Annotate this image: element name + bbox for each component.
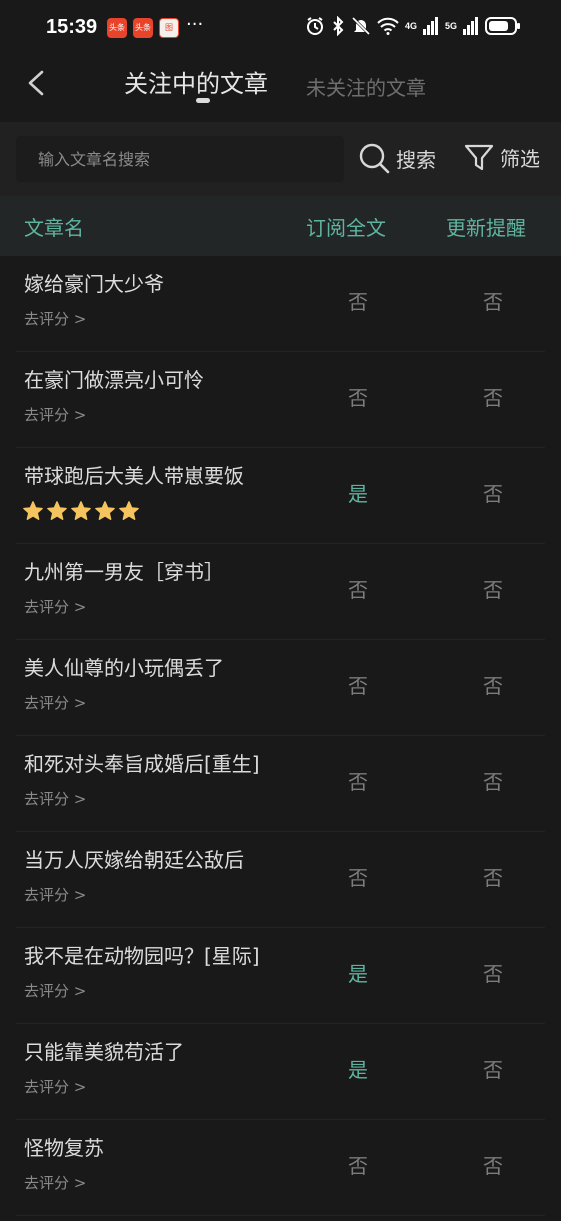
table-row[interactable]: 带球跑后大美人带崽要饭是 否 [0,448,561,544]
mute-icon [351,16,371,36]
filter-button-label: 筛选 [500,146,540,171]
column-header-article-name: 文章名 [24,216,84,240]
table-row[interactable]: 九州第一男友［穿书］ 去评分 > 否 否 [0,544,561,640]
table-header: 文章名 订阅全文 更新提醒 [0,196,561,256]
update-reminder-status: 否 [483,1154,503,1178]
row-divider [16,1215,545,1216]
rate-link[interactable]: 去评分 > [24,1076,86,1097]
column-header-subscribe: 订阅全文 [306,216,386,240]
search-bar: 搜索 筛选 [0,122,561,196]
signal-icon [422,17,438,35]
article-title[interactable]: 嫁给豪门大少爷 [24,268,164,297]
battery-icon [485,17,520,35]
article-title[interactable]: 怪物复苏 [24,1132,104,1161]
update-reminder-status: 否 [483,866,503,890]
bluetooth-icon [333,16,344,36]
rate-link[interactable]: 去评分 > [24,692,86,713]
table-row[interactable]: 怪物复苏去评分 > 否 否 [0,1120,561,1216]
article-title[interactable]: 和死对头奉旨成婚后[重生] [24,748,260,777]
network-4g-label: 4G [404,21,417,31]
subscribe-status: 否 [348,674,368,698]
table-row[interactable]: 在豪门做漂亮小可怜去评分 > 否 否 [0,352,561,448]
subscribe-status: 是 [348,1058,368,1082]
rate-link[interactable]: 去评分 > [24,788,86,809]
article-title[interactable]: 九州第一男友［穿书］ [24,556,224,585]
subscribe-status: 否 [348,1154,368,1178]
app-badge-toutiao: 头条 [107,18,127,38]
rate-link[interactable]: 去评分 > [24,1172,86,1193]
back-arrow-icon[interactable] [22,68,52,98]
subscribe-status: 否 [348,290,368,314]
star-icon [47,501,67,520]
table-row[interactable]: 我不是在动物园吗？[星际] 去评分 > 是 否 [0,928,561,1024]
article-title[interactable]: 只能靠美貌苟活了 [24,1036,184,1065]
tab-following-articles[interactable]: 关注中的文章 [124,64,268,99]
alarm-icon [306,17,323,35]
filter-icon [464,144,494,171]
app-badge-toutiao: 头条 [133,18,153,38]
update-reminder-status: 否 [483,290,503,314]
update-reminder-status: 否 [483,962,503,986]
signal-icon [463,17,478,35]
article-title[interactable]: 带球跑后大美人带崽要饭 [24,460,244,489]
table-row[interactable]: 美人仙尊的小玩偶丢了去评分 > 否 否 [0,640,561,736]
article-list: 嫁给豪门大少爷 去评分 > 否否在豪门做漂亮小可怜 去评分 > 否否带球跑后大美人带崽要… [0,256,561,1216]
search-input[interactable] [16,136,344,182]
article-title[interactable]: 美人仙尊的小玩偶丢了 [24,652,224,681]
search-button-label: 搜索 [396,147,436,172]
table-row[interactable]: 当万人厌嫁给朝廷公敌后去评分 > 否 否 [0,832,561,928]
table-row[interactable]: 嫁给豪门大少爷去评分 > 否 否 [0,256,561,352]
table-row[interactable]: 和死对头奉旨成婚后[重生] 去评分 > 否 否 [0,736,561,832]
star-icon [95,501,115,520]
update-reminder-status: 否 [483,674,503,698]
rating-stars[interactable] [22,500,140,522]
article-title[interactable]: 当万人厌嫁给朝廷公敌后 [24,844,244,873]
subscribe-status: 否 [348,770,368,794]
status-icons: 4G 5G [305,16,521,36]
column-header-update-reminder: 更新提醒 [446,216,526,240]
status-bar: 15:39 头条 头条 图 ··· 4G 5G [0,0,561,56]
update-reminder-status: 否 [483,1058,503,1082]
subscribe-status: 是 [348,482,368,506]
subscribe-status: 否 [348,386,368,410]
network-5g-label: 5G [444,21,457,31]
article-title[interactable]: 我不是在动物园吗？[星际] [24,940,260,969]
more-notifications-icon: ··· [186,14,204,35]
header: 关注中的文章 未关注的文章 [0,56,561,122]
filter-button[interactable]: 筛选 [464,142,540,172]
subscribe-status: 否 [348,866,368,890]
star-icon [71,501,91,520]
star-icon [119,501,139,520]
rate-link[interactable]: 去评分 > [24,980,86,1001]
tab-not-following-articles[interactable]: 未关注的文章 [306,72,426,101]
rate-link[interactable]: 去评分 > [24,884,86,905]
update-reminder-status: 否 [483,770,503,794]
status-time: 15:39 [46,16,98,38]
tab-indicator [196,98,210,103]
rate-link[interactable]: 去评分 > [24,404,86,425]
update-reminder-status: 否 [483,578,503,602]
subscribe-status: 是 [348,962,368,986]
rate-link[interactable]: 去评分 > [24,596,86,617]
search-icon [359,143,390,174]
subscribe-status: 否 [348,578,368,602]
star-icon [23,501,43,520]
search-button[interactable]: 搜索 [358,142,436,174]
wifi-icon [377,17,399,35]
update-reminder-status: 否 [483,386,503,410]
table-row[interactable]: 只能靠美貌苟活了去评分 > 是 否 [0,1024,561,1120]
rate-link[interactable]: 去评分 > [24,308,86,329]
app-badge-image: 图 [159,18,179,38]
article-title[interactable]: 在豪门做漂亮小可怜 [24,364,204,393]
update-reminder-status: 否 [483,482,503,506]
